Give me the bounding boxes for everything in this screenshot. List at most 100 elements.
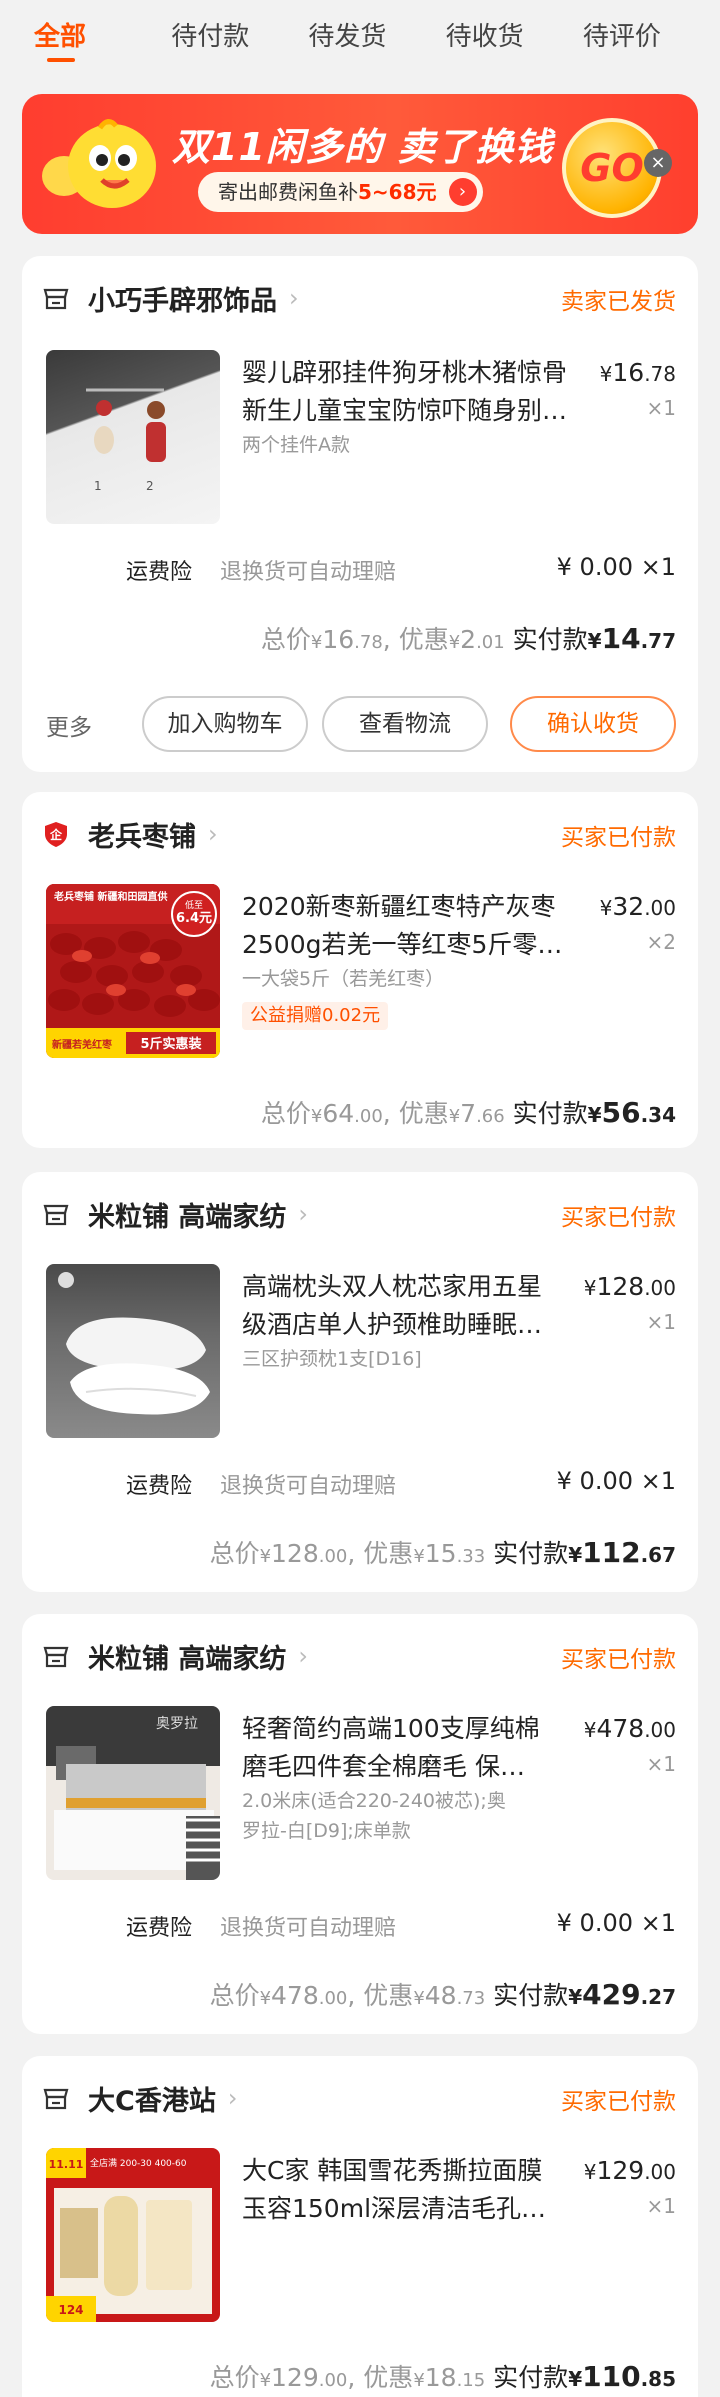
store-icon xyxy=(43,1204,69,1226)
total-label: 总价 xyxy=(209,2363,260,2392)
discount-decimal: .01 xyxy=(476,632,505,653)
product-title[interactable]: 2020新枣新疆红枣特产灰枣 2500g若羌一等红枣5斤零… xyxy=(242,888,572,964)
discount-label: 优惠 xyxy=(363,1981,414,2010)
paid-integer: 56 xyxy=(601,1096,641,1129)
product-spec-line: 2.0米床(适合220-240被芯);奥 xyxy=(242,1790,506,1812)
shop-header[interactable]: 米粒铺 高端家纺 › 买家已付款 xyxy=(42,1194,676,1234)
discount-label: 优惠 xyxy=(363,1539,414,1568)
product-photo: 11.11 全店满 200-30 400-60 124 xyxy=(46,2148,212,2322)
paid-label: 实付款 xyxy=(493,1981,569,2010)
product-price: ¥128.00 xyxy=(584,1272,676,1301)
product-quantity: ×2 xyxy=(646,930,676,954)
tab-pending-review[interactable]: 待评价 xyxy=(583,16,720,66)
charity-badge: 公益捐赠0.02元 xyxy=(242,1002,389,1030)
product-title-line: 轻奢简约高端100支厚纯棉 xyxy=(242,1714,540,1743)
paid-label: 实付款 xyxy=(512,1099,588,1128)
order-status: 买家已付款 xyxy=(561,1647,676,1673)
tab-pending-shipment[interactable]: 待发货 xyxy=(308,16,445,66)
insurance-desc: 退换货可自动理赔 xyxy=(220,560,397,585)
currency-symbol: ¥ xyxy=(259,1546,272,1567)
product-title-line: 2500g若羌一等红枣5斤零… xyxy=(242,930,563,959)
currency-symbol: ¥ xyxy=(310,1106,323,1127)
paid-integer: 14 xyxy=(601,622,641,655)
product-title[interactable]: 婴儿辟邪挂件狗牙桃木猪惊骨 新生儿童宝宝防惊吓随身别… xyxy=(242,354,572,430)
product-image[interactable]: 奥罗拉 xyxy=(46,1706,220,1880)
tab-all[interactable]: 全部 xyxy=(34,16,171,66)
product-image[interactable]: 1 2 xyxy=(46,350,220,524)
order-card: 大C香港站 › 买家已付款 11.11 全店满 200-30 400-60 12… xyxy=(22,2056,698,2397)
product-title-line: 玉容150ml深层清洁毛孔… xyxy=(242,2194,547,2223)
confirm-receipt-button[interactable]: 确认收货 xyxy=(510,696,676,752)
insurance-desc: 退换货可自动理赔 xyxy=(220,1474,397,1499)
promo-banner[interactable]: 双11闲多的 卖了换钱 寄出邮费闲鱼补5~68元 › GO × xyxy=(22,94,698,234)
thumb-text: 老兵枣铺 新疆和田园直供 xyxy=(53,890,167,903)
product-price: ¥129.00 xyxy=(584,2156,676,2185)
close-icon[interactable]: × xyxy=(644,149,672,177)
total-decimal: .78 xyxy=(354,632,383,653)
thumb-text: 低至 xyxy=(185,899,203,911)
tab-pending-payment[interactable]: 待付款 xyxy=(171,16,308,66)
order-total: 总价¥128.00, 优惠¥15.33 实付款¥112.67 xyxy=(209,1536,676,1569)
paid-decimal: .34 xyxy=(640,1103,676,1127)
order-card: 小巧手辟邪饰品 › 卖家已发货 1 2 婴儿辟邪挂件狗牙桃木猪惊骨 新生儿童宝宝… xyxy=(22,256,698,772)
shop-header[interactable]: 大C香港站 › 买家已付款 xyxy=(42,2078,676,2118)
currency-symbol: ¥ xyxy=(583,1718,597,1742)
discount-integer: 18 xyxy=(424,2363,457,2392)
paid-label: 实付款 xyxy=(493,2363,569,2392)
total-decimal: .00 xyxy=(318,1988,348,2009)
total-integer: 129 xyxy=(271,2363,319,2392)
svg-text:1: 1 xyxy=(94,479,102,493)
banner-subsidy-pill[interactable]: 寄出邮费闲鱼补5~68元 › xyxy=(198,172,483,212)
order-total: 总价¥478.00, 优惠¥48.73 实付款¥429.27 xyxy=(209,1978,676,2011)
product-image[interactable]: 老兵枣铺 新疆和田园直供 低至 6.4元 新疆若羌红枣 5斤实惠装 xyxy=(46,884,220,1058)
paid-decimal: .67 xyxy=(640,1543,676,1567)
product-price: ¥32.00 xyxy=(600,892,676,921)
chevron-right-icon: › xyxy=(448,178,477,206)
product-title-line: 大C家 韩国雪花秀撕拉面膜 xyxy=(242,2156,543,2185)
paid-integer: 429 xyxy=(582,1978,641,2011)
product-title[interactable]: 高端枕头双人枕芯家用五星 级酒店单人护颈椎助睡眠… xyxy=(242,1268,572,1344)
chevron-right-icon: › xyxy=(227,2084,238,2112)
paid-decimal: .85 xyxy=(640,2367,676,2391)
shop-header[interactable]: 小巧手辟邪饰品 › 卖家已发货 xyxy=(42,278,676,318)
price-decimal: .00 xyxy=(644,1276,676,1300)
thumb-text: 新疆若羌红枣 xyxy=(52,1038,113,1051)
price-integer: 16 xyxy=(612,358,645,387)
paid-label: 实付款 xyxy=(493,1539,569,1568)
paid-integer: 110 xyxy=(582,2360,641,2393)
product-image[interactable]: 11.11 全店满 200-30 400-60 124 xyxy=(46,2148,220,2322)
product-price: ¥16.78 xyxy=(600,358,676,387)
more-actions-link[interactable]: 更多 xyxy=(46,708,92,742)
insurance-value: ¥ 0.00 ×1 xyxy=(556,553,676,581)
total-decimal: .00 xyxy=(318,1546,348,1567)
discount-integer: 2 xyxy=(460,625,477,654)
svg-text:企: 企 xyxy=(49,827,63,842)
product-title-line: 新生儿童宝宝防惊吓随身别… xyxy=(242,396,568,425)
shop-header[interactable]: 企 老兵枣铺 › 买家已付款 xyxy=(42,814,676,854)
discount-decimal: .15 xyxy=(456,2370,486,2391)
price-integer: 478 xyxy=(596,1714,645,1743)
product-title-line: 2020新枣新疆红枣特产灰枣 xyxy=(242,892,556,921)
view-logistics-button[interactable]: 查看物流 xyxy=(322,696,488,752)
currency-symbol: ¥ xyxy=(583,2160,597,2184)
currency-symbol: ¥ xyxy=(413,2370,425,2391)
product-quantity: ×1 xyxy=(646,2194,676,2218)
add-to-cart-button[interactable]: 加入购物车 xyxy=(142,696,308,752)
discount-decimal: .33 xyxy=(456,1546,486,1567)
banner-title: 双11闲多的 卖了换钱 xyxy=(172,125,554,169)
price-integer: 129 xyxy=(596,2156,645,2185)
currency-symbol: ¥ xyxy=(599,896,613,920)
shop-name: 米粒铺 高端家纺 xyxy=(88,1201,287,1233)
product-title-line: 高端枕头双人枕芯家用五星 xyxy=(242,1272,543,1301)
tab-pending-receipt[interactable]: 待收货 xyxy=(446,16,583,66)
product-title[interactable]: 大C家 韩国雪花秀撕拉面膜 玉容150ml深层清洁毛孔… xyxy=(242,2152,572,2228)
shop-header[interactable]: 米粒铺 高端家纺 › 买家已付款 xyxy=(42,1636,676,1676)
insurance-label: 运费险 xyxy=(126,1474,193,1499)
product-title[interactable]: 轻奢简约高端100支厚纯棉 磨毛四件套全棉磨毛 保… xyxy=(242,1710,572,1786)
product-image[interactable] xyxy=(46,1264,220,1438)
product-title-line: 婴儿辟邪挂件狗牙桃木猪惊骨 xyxy=(242,358,568,387)
product-price: ¥478.00 xyxy=(584,1714,676,1743)
total-label: 总价 xyxy=(260,1099,311,1128)
order-card: 米粒铺 高端家纺 › 买家已付款 奥罗拉 轻奢简约高端100支厚纯棉 磨毛四件套… xyxy=(22,1614,698,2034)
discount-integer: 15 xyxy=(424,1539,457,1568)
